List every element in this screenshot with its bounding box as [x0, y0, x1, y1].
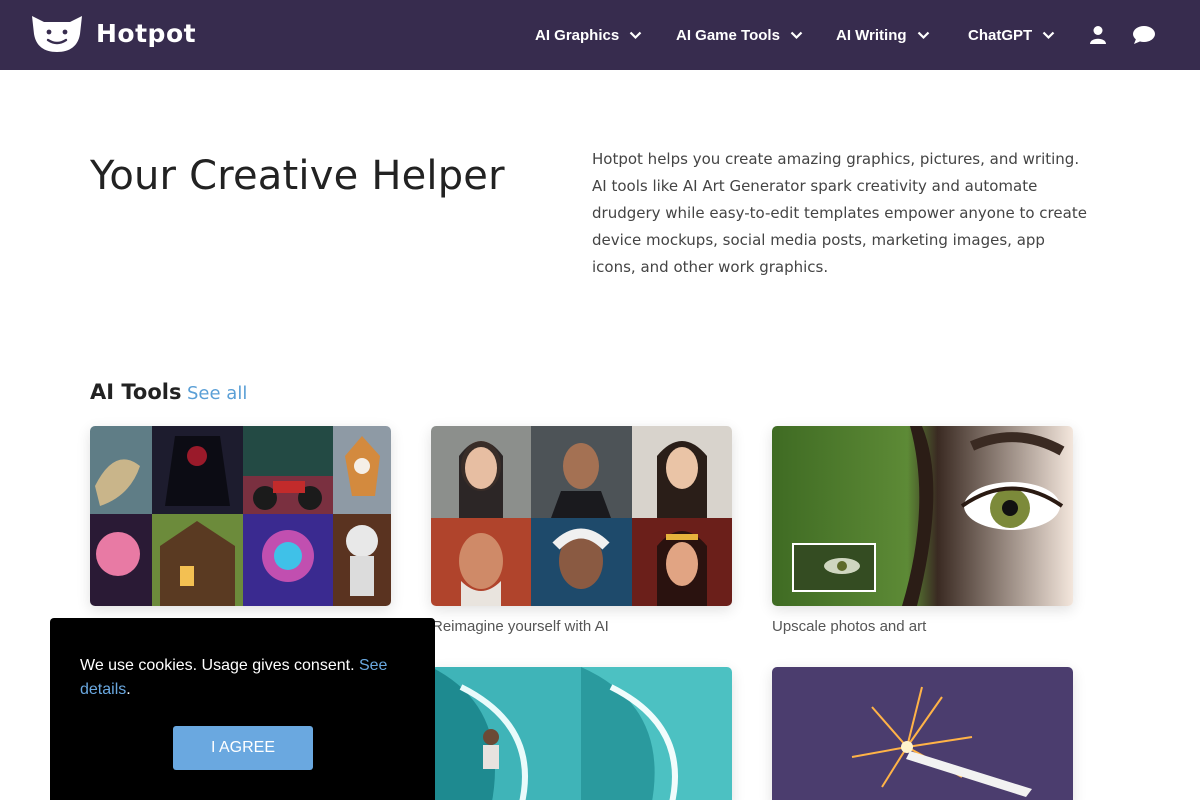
chevron-down-icon: [917, 31, 929, 39]
account-button[interactable]: [1089, 0, 1107, 70]
tool-card-ai-portraits[interactable]: [431, 426, 732, 606]
nav-ai-game-tools-label: AI Game Tools: [676, 26, 780, 44]
tool-card-ai-art-generator[interactable]: [90, 426, 391, 606]
nav-ai-writing[interactable]: AI Writing: [836, 0, 930, 70]
tool-card-caption: Reimagine yourself with AI: [432, 618, 609, 635]
sparkler-image: [772, 667, 1073, 800]
cookie-text: We use cookies. Usage gives consent.: [80, 657, 355, 674]
brand-logo[interactable]: Hotpot: [30, 14, 196, 54]
ai-portraits-image: [431, 426, 732, 606]
chat-icon: [1133, 26, 1155, 44]
hero-title: Your Creative Helper: [90, 153, 505, 199]
nav-chatgpt-label: ChatGPT: [968, 26, 1033, 44]
cookie-message: We use cookies. Usage gives consent. See…: [80, 654, 410, 702]
nav-ai-graphics[interactable]: AI Graphics: [535, 0, 642, 70]
tool-card-caption: Upscale photos and art: [772, 618, 927, 635]
agree-button[interactable]: I AGREE: [173, 726, 313, 770]
brand-name: Hotpot: [96, 19, 197, 48]
cookie-period: .: [126, 681, 131, 698]
chat-button[interactable]: [1132, 0, 1156, 70]
upscale-eye-image: [772, 426, 1073, 606]
nav-ai-graphics-label: AI Graphics: [535, 26, 620, 44]
tool-card-sparkler[interactable]: [772, 667, 1073, 800]
chevron-down-icon: [629, 31, 642, 39]
cookie-consent-banner: We use cookies. Usage gives consent. See…: [50, 618, 435, 800]
nav-ai-game-tools[interactable]: AI Game Tools: [676, 0, 803, 70]
surf-wave-image: [431, 667, 732, 800]
section-title-ai-tools: AI Tools: [90, 380, 182, 404]
hero-description: Hotpot helps you create amazing graphics…: [592, 150, 1087, 276]
hotpot-logo-icon: [32, 16, 82, 52]
tool-card-surf[interactable]: [431, 667, 732, 800]
chevron-down-icon: [790, 31, 803, 39]
chevron-down-icon: [1042, 31, 1055, 39]
see-all-link[interactable]: See all: [187, 383, 247, 404]
user-icon: [1090, 26, 1106, 44]
ai-art-collage-image: [90, 426, 391, 606]
nav-chatgpt[interactable]: ChatGPT: [968, 0, 1055, 70]
top-navigation-bar: Hotpot AI Graphics AI Game Tools AI Writ…: [0, 0, 1200, 70]
nav-ai-writing-label: AI Writing: [836, 26, 907, 44]
tool-card-upscale[interactable]: [772, 426, 1073, 606]
